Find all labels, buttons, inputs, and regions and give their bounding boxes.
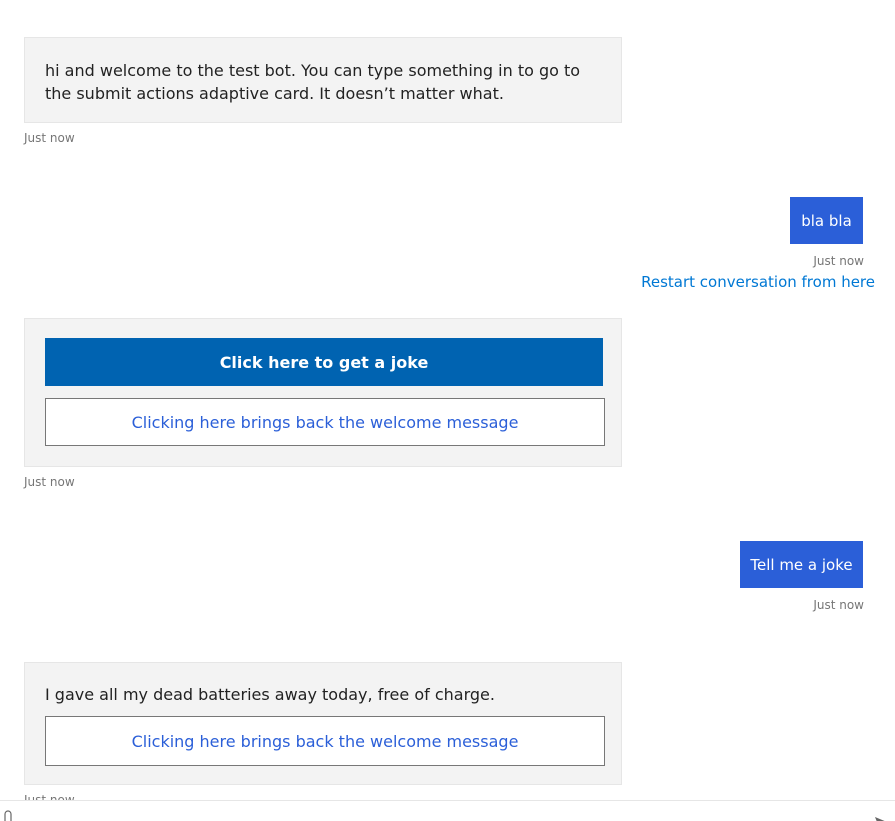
message-timestamp: Just now xyxy=(24,131,75,145)
restart-conversation-link[interactable]: Restart conversation from here xyxy=(641,273,875,291)
message-timestamp: Just now xyxy=(813,254,864,268)
bot-adaptive-card: Click here to get a joke Clicking here b… xyxy=(24,318,622,467)
welcome-message-button[interactable]: Clicking here brings back the welcome me… xyxy=(45,716,605,766)
bot-message-text: I gave all my dead batteries away today,… xyxy=(45,685,495,704)
bot-message-joke: I gave all my dead batteries away today,… xyxy=(24,662,622,785)
message-timestamp: Just now xyxy=(813,598,864,612)
chat-window: hi and welcome to the test bot. You can … xyxy=(0,0,895,821)
bot-message-text: hi and welcome to the test bot. You can … xyxy=(45,61,581,103)
send-box xyxy=(0,800,895,821)
bot-message-welcome: hi and welcome to the test bot. You can … xyxy=(24,37,622,123)
paperclip-icon[interactable] xyxy=(2,809,14,821)
user-message: bla bla xyxy=(790,197,863,244)
send-icon[interactable] xyxy=(875,812,887,821)
message-timestamp: Just now xyxy=(24,475,75,489)
get-joke-button[interactable]: Click here to get a joke xyxy=(45,338,603,386)
welcome-message-button[interactable]: Clicking here brings back the welcome me… xyxy=(45,398,605,446)
user-message: Tell me a joke xyxy=(740,541,863,588)
